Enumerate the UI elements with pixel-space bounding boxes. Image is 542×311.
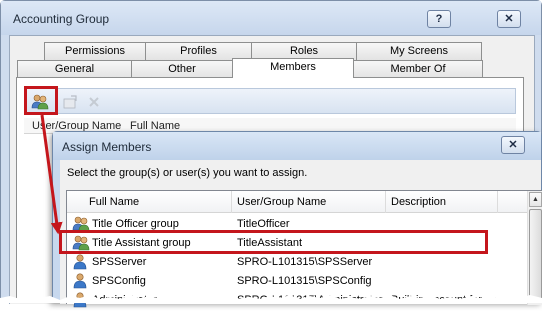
- row-user-group-name: SPRO-L101315\SPSServer: [237, 256, 373, 268]
- column-separator[interactable]: [497, 191, 498, 213]
- vertical-scrollbar[interactable]: ▲: [527, 191, 542, 305]
- edit-members-icon[interactable]: [61, 93, 79, 111]
- row-user-group-name: TitleOfficer: [237, 218, 290, 230]
- row-full-name: Title Officer group: [92, 218, 179, 230]
- column-separator[interactable]: [231, 191, 232, 213]
- tab-permissions[interactable]: Permissions: [44, 42, 146, 60]
- callout-box-add-button: [24, 86, 58, 115]
- dialog-title: Accounting Group: [13, 12, 110, 26]
- scroll-up-icon[interactable]: ▲: [529, 192, 542, 207]
- row-full-name: Administrator: [92, 294, 157, 306]
- members-toolbar: [24, 88, 516, 114]
- list-row[interactable]: SPSConfig SPRO-L101315\SPSConfig: [67, 272, 527, 291]
- row-user-group-name: SPRO-L101315\Administrator: [237, 294, 383, 306]
- row-full-name: SPSConfig: [92, 275, 146, 287]
- tab-member-of[interactable]: Member Of: [353, 60, 483, 78]
- column-header-user-group-name[interactable]: User/Group Name: [237, 196, 326, 208]
- assign-close-button[interactable]: ✕: [501, 136, 525, 154]
- assign-dialog-title-bar[interactable]: Assign Members ✕: [53, 132, 541, 160]
- dialog-title-bar[interactable]: Accounting Group ? ✕: [1, 1, 541, 35]
- scroll-thumb[interactable]: [529, 209, 542, 301]
- assign-members-dialog: Assign Members ✕ Select the group(s) or …: [52, 131, 542, 308]
- tab-other[interactable]: Other: [131, 60, 233, 78]
- user-icon: [72, 254, 90, 270]
- column-separator[interactable]: [385, 191, 386, 213]
- user-icon: [72, 292, 90, 308]
- column-header-description[interactable]: Description: [391, 196, 446, 208]
- row-full-name: SPSServer: [92, 256, 147, 268]
- tab-members[interactable]: Members: [232, 58, 354, 78]
- remove-members-icon[interactable]: [85, 93, 103, 111]
- assign-instruction: Select the group(s) or user(s) you want …: [67, 167, 308, 179]
- user-icon: [72, 273, 90, 289]
- column-header-full-name[interactable]: Full Name: [89, 196, 139, 208]
- row-description: Built-in account for ac: [391, 294, 497, 306]
- tab-my-screens[interactable]: My Screens: [356, 42, 482, 60]
- list-header: Full Name User/Group Name Description: [67, 191, 527, 213]
- row-user-group-name: SPRO-L101315\SPSConfig: [237, 275, 372, 287]
- list-row[interactable]: Administrator SPRO-L101315\Administrator…: [67, 291, 527, 310]
- close-button[interactable]: ✕: [497, 10, 521, 28]
- help-button[interactable]: ?: [427, 10, 451, 28]
- list-row[interactable]: SPSServer SPRO-L101315\SPSServer: [67, 253, 527, 272]
- tab-general[interactable]: General: [17, 60, 132, 78]
- assign-dialog-title: Assign Members: [62, 140, 152, 154]
- callout-box-selected-row: [59, 230, 488, 254]
